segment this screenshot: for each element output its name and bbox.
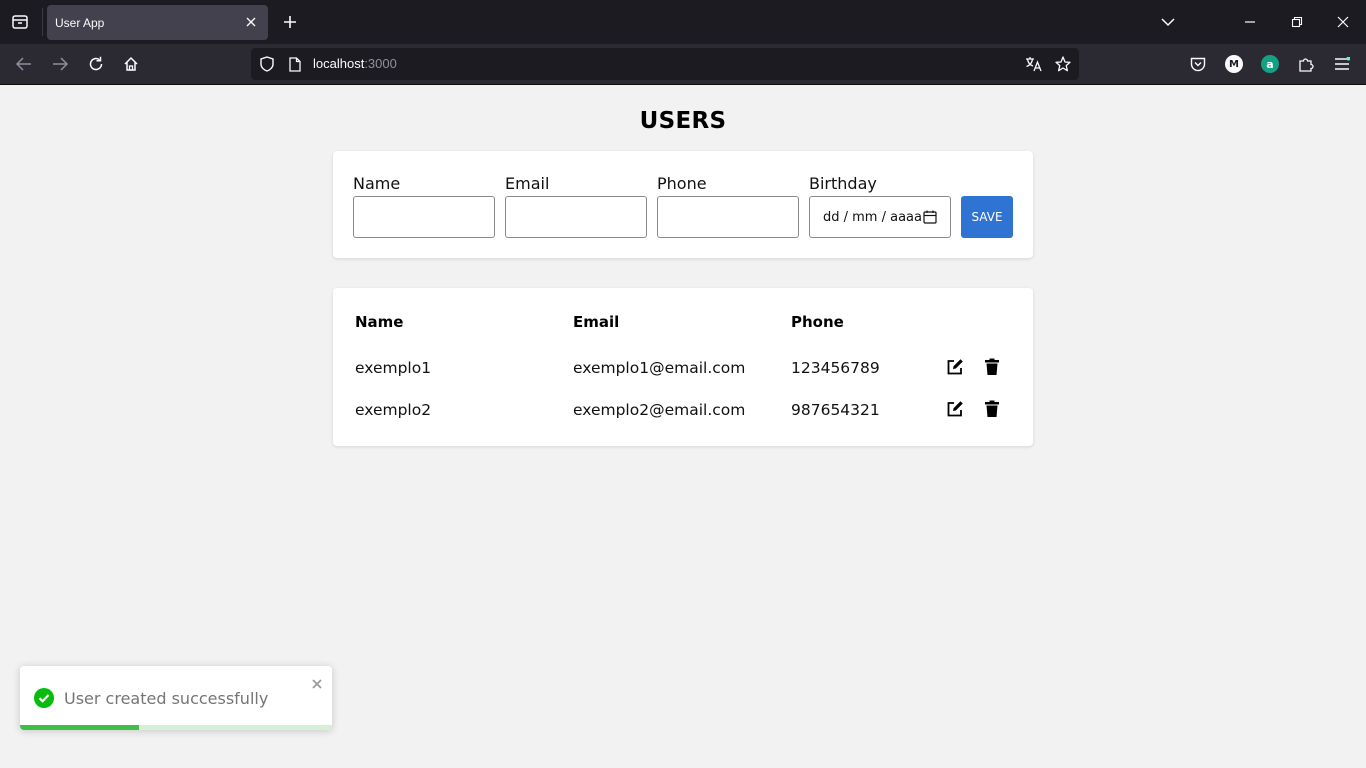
url-bar[interactable]: localhost:3000 <box>251 48 1079 80</box>
trash-icon[interactable] <box>984 358 1002 376</box>
row-name: exemplo1 <box>355 359 432 377</box>
toast-message: User created successfully <box>64 689 269 708</box>
row-email: exemplo1@email.com <box>573 359 746 377</box>
tab-user-app[interactable]: User App <box>47 5 268 40</box>
extension-a-icon[interactable]: a <box>1260 54 1280 74</box>
profile-avatar-icon[interactable]: M <box>1224 54 1244 74</box>
url-port: :3000 <box>364 56 397 71</box>
restore-window-icon[interactable] <box>1287 12 1307 32</box>
tab-close-icon[interactable] <box>242 13 260 31</box>
reload-icon[interactable] <box>86 54 106 74</box>
list-all-tabs-chevron-down-icon[interactable] <box>1158 12 1178 32</box>
email-label: Email <box>505 174 550 193</box>
check-circle-icon <box>34 688 54 708</box>
extension-badge: a <box>1261 55 1279 73</box>
toast-progress-bar <box>20 725 139 730</box>
row-name: exemplo2 <box>355 401 432 419</box>
users-table-card: Name Email Phone exemplo1 exemplo1@email… <box>333 288 1033 446</box>
email-input[interactable] <box>505 196 647 238</box>
page-info-icon[interactable] <box>286 55 304 73</box>
tab-separator <box>42 8 43 36</box>
phone-label: Phone <box>657 174 707 193</box>
minimize-window-icon[interactable] <box>1240 12 1260 32</box>
tracking-shield-icon[interactable] <box>258 55 276 73</box>
forward-arrow-icon[interactable] <box>50 54 70 74</box>
url-text[interactable]: localhost:3000 <box>313 56 397 71</box>
new-tab-plus-icon[interactable] <box>280 12 300 32</box>
column-header-name: Name <box>355 313 404 331</box>
back-arrow-icon[interactable] <box>14 54 34 74</box>
edit-icon[interactable] <box>946 400 964 418</box>
success-toast[interactable]: User created successfully <box>20 666 332 730</box>
tab-title: User App <box>55 15 105 30</box>
page-title: USERS <box>639 108 727 134</box>
pocket-icon[interactable] <box>1188 54 1208 74</box>
profile-badge: M <box>1225 55 1243 73</box>
browser-tab-bar: User App <box>0 0 1366 44</box>
app-menu-hamburger-icon[interactable] <box>1332 54 1352 74</box>
extensions-puzzle-icon[interactable] <box>1296 54 1316 74</box>
birthday-date-input[interactable]: dd / mm / aaaa <box>809 196 951 238</box>
translate-icon[interactable] <box>1025 55 1043 73</box>
column-header-email: Email <box>573 313 620 331</box>
birthday-placeholder: dd / mm / aaaa <box>823 209 922 225</box>
home-icon[interactable] <box>121 54 141 74</box>
row-email: exemplo2@email.com <box>573 401 746 419</box>
calendar-icon[interactable] <box>923 210 937 224</box>
close-window-icon[interactable] <box>1333 12 1353 32</box>
edit-icon[interactable] <box>946 358 964 376</box>
user-form-card: Name Email Phone Birthday dd / mm / aaaa… <box>333 151 1033 258</box>
bookmark-star-icon[interactable] <box>1054 55 1072 73</box>
url-host: localhost <box>313 56 365 71</box>
save-button[interactable]: SAVE <box>961 196 1013 238</box>
name-label: Name <box>353 174 401 193</box>
row-phone: 123456789 <box>791 359 880 377</box>
trash-icon[interactable] <box>984 400 1002 418</box>
birthday-label: Birthday <box>809 174 877 193</box>
browser-nav-bar: localhost:3000 M a <box>0 44 1366 85</box>
column-header-phone: Phone <box>791 313 844 331</box>
name-input[interactable] <box>353 196 495 238</box>
toast-close-icon[interactable] <box>310 676 324 690</box>
row-phone: 987654321 <box>791 401 880 419</box>
firefox-view-icon[interactable] <box>10 12 30 32</box>
phone-input[interactable] <box>657 196 799 238</box>
